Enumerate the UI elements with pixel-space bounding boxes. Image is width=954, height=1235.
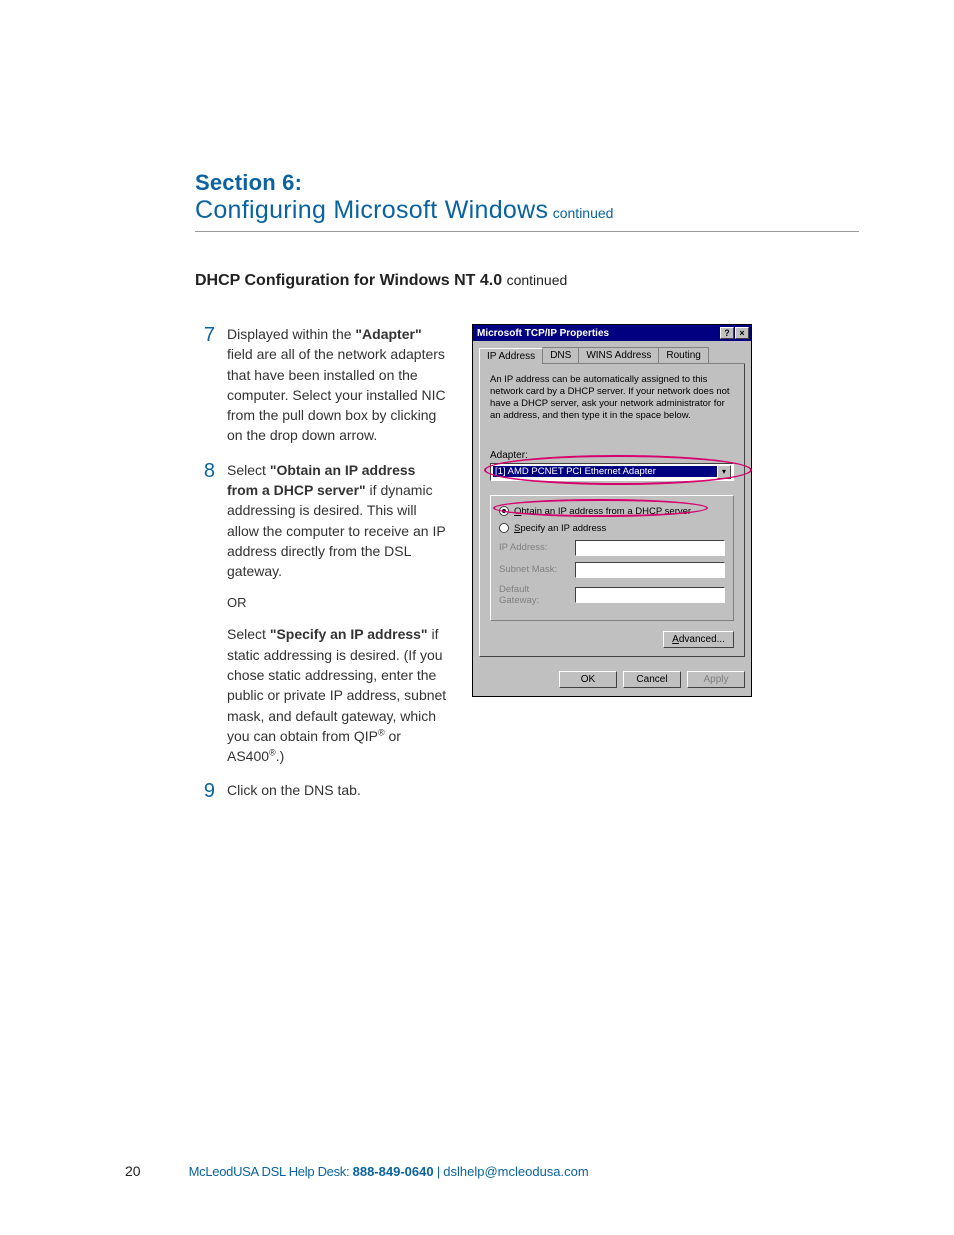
step-number: 8 <box>195 460 215 767</box>
adapter-selected-value: [1] AMD PCNET PCI Ethernet Adapter <box>493 466 717 477</box>
dialog-description: An IP address can be automatically assig… <box>490 374 734 422</box>
advanced-button[interactable]: Advanced... <box>663 631 734 648</box>
default-gateway-label: Default Gateway: <box>499 584 569 606</box>
ip-address-row: IP Address: <box>499 540 725 556</box>
tcpip-properties-dialog: Microsoft TCP/IP Properties ? × IP Addre… <box>472 324 752 697</box>
ip-mode-group: Obtain an IP address from a DHCP server … <box>490 495 734 621</box>
step-body: Click on the DNS tab. <box>227 780 361 801</box>
step-8: 8 Select "Obtain an IP address from a DH… <box>195 460 450 767</box>
tab-wins-address[interactable]: WINS Address <box>578 347 659 363</box>
footer-sep: | <box>434 1164 444 1179</box>
default-gateway-row: Default Gateway: <box>499 584 725 606</box>
dialog-buttons: OK Cancel Apply <box>473 663 751 696</box>
default-gateway-input[interactable] <box>575 587 725 603</box>
subnet-mask-input[interactable] <box>575 562 725 578</box>
section-header: Section 6: Configuring Microsoft Windows… <box>195 170 859 232</box>
radio-icon <box>499 523 509 533</box>
subnet-mask-label: Subnet Mask: <box>499 564 569 575</box>
radio-specify-ip[interactable]: Specify an IP address <box>499 523 725 534</box>
adapter-label: Adapter: <box>490 450 734 461</box>
apply-button[interactable]: Apply <box>687 671 745 688</box>
step-body: Select "Obtain an IP address from a DHCP… <box>227 460 450 767</box>
section-title: Configuring Microsoft Windows <box>195 196 548 224</box>
footer-email: dslhelp@mcleodusa.com <box>443 1164 588 1179</box>
tabs: IP Address DNS WINS Address Routing <box>479 347 745 364</box>
radio-icon <box>499 506 509 516</box>
step-number: 7 <box>195 324 215 446</box>
ip-address-input[interactable] <box>575 540 725 556</box>
section-number: Section 6: <box>195 170 859 196</box>
footer-brand: McLeodUSA DSL Help Desk: <box>189 1164 353 1179</box>
adapter-dropdown[interactable]: [1] AMD PCNET PCI Ethernet Adapter ▾ <box>490 463 734 481</box>
ip-address-label: IP Address: <box>499 542 569 553</box>
subnet-mask-row: Subnet Mask: <box>499 562 725 578</box>
tab-routing[interactable]: Routing <box>658 347 708 363</box>
titlebar: Microsoft TCP/IP Properties ? × <box>473 325 751 341</box>
radio-obtain-dhcp[interactable]: Obtain an IP address from a DHCP server <box>499 506 725 517</box>
tab-ip-address[interactable]: IP Address <box>479 348 543 364</box>
subsection-title: DHCP Configuration for Windows NT 4.0 <box>195 272 502 289</box>
dialog-title: Microsoft TCP/IP Properties <box>477 328 720 339</box>
steps-column: 7 Displayed within the "Adapter" field a… <box>195 324 450 815</box>
step-body: Displayed within the "Adapter" field are… <box>227 324 450 446</box>
page-footer: 20 McLeodUSA DSL Help Desk: 888-849-0640… <box>125 1163 859 1179</box>
chevron-down-icon[interactable]: ▾ <box>717 465 731 479</box>
section-continued: continued <box>553 205 614 221</box>
subsection-continued: continued <box>507 272 568 288</box>
ok-button[interactable]: OK <box>559 671 617 688</box>
footer-phone: 888-849-0640 <box>353 1164 434 1179</box>
step-9: 9 Click on the DNS tab. <box>195 780 450 801</box>
step-or: OR <box>227 594 450 613</box>
tab-dns[interactable]: DNS <box>542 347 579 363</box>
close-icon[interactable]: × <box>735 327 749 339</box>
help-icon[interactable]: ? <box>720 327 734 339</box>
tab-panel-ip: An IP address can be automatically assig… <box>479 364 745 657</box>
step-7: 7 Displayed within the "Adapter" field a… <box>195 324 450 446</box>
cancel-button[interactable]: Cancel <box>623 671 681 688</box>
subsection-heading: DHCP Configuration for Windows NT 4.0 co… <box>195 272 859 290</box>
step-number: 9 <box>195 780 215 801</box>
page-number: 20 <box>125 1163 185 1179</box>
